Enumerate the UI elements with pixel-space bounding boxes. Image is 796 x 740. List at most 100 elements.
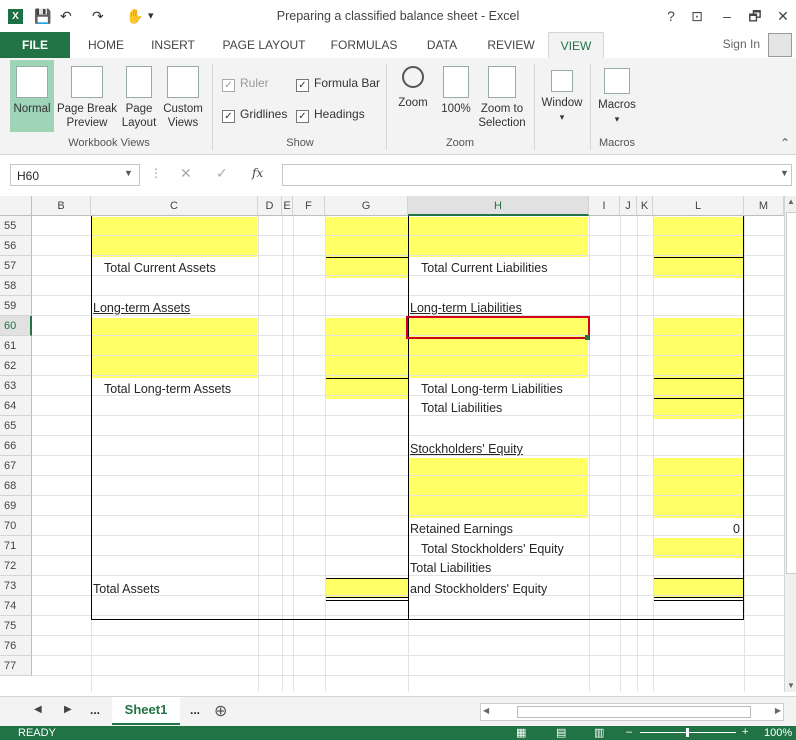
row-header-75[interactable]: 75 <box>0 616 32 636</box>
scroll-left-icon[interactable]: ◀ <box>483 706 489 715</box>
close-button[interactable]: ✕ <box>772 6 794 26</box>
select-all-button[interactable] <box>0 196 32 216</box>
normal-view-button[interactable]: Normal <box>10 60 54 132</box>
row-header-73[interactable]: 73 <box>0 576 32 596</box>
row-header-57[interactable]: 57 <box>0 256 32 276</box>
column-header-j[interactable]: J <box>620 196 637 216</box>
tab-review[interactable]: REVIEW <box>480 32 542 58</box>
row-header-77[interactable]: 77 <box>0 656 32 676</box>
next-sheet-icon[interactable]: ▶ <box>64 704 72 715</box>
input-cell-g55-g57[interactable] <box>326 217 408 278</box>
normal-view-status-icon[interactable]: ▦ <box>516 726 526 739</box>
input-cell-l67-l69[interactable] <box>654 458 743 518</box>
column-header-l[interactable]: L <box>653 196 744 216</box>
scroll-up-icon[interactable]: ▲ <box>785 196 796 208</box>
row-header-56[interactable]: 56 <box>0 236 32 256</box>
cell-c57[interactable]: Total Current Assets <box>104 258 216 278</box>
row-header-69[interactable]: 69 <box>0 496 32 516</box>
cell-h66[interactable]: Stockholders' Equity <box>410 439 523 459</box>
macros-button[interactable]: Macros ▾ <box>594 60 640 126</box>
custom-views-button[interactable]: Custom Views <box>160 60 206 130</box>
row-header-55[interactable]: 55 <box>0 216 32 236</box>
scroll-right-icon[interactable]: ▶ <box>775 706 781 715</box>
row-header-65[interactable]: 65 <box>0 416 32 436</box>
prev-sheet-icon[interactable]: ◀ <box>34 704 42 715</box>
column-header-h[interactable]: H <box>408 196 589 216</box>
row-header-76[interactable]: 76 <box>0 636 32 656</box>
page-break-preview-button[interactable]: Page Break Preview <box>56 60 118 130</box>
column-header-i[interactable]: I <box>589 196 620 216</box>
zoom-in-icon[interactable]: + <box>742 726 748 738</box>
formula-bar-checkbox[interactable]: ✓ Formula Bar <box>296 76 380 92</box>
cell-h63[interactable]: Total Long-term Liabilities <box>421 379 563 399</box>
row-header-63[interactable]: 63 <box>0 376 32 396</box>
zoom-out-icon[interactable]: – <box>626 726 632 738</box>
input-cell-h67-h69[interactable] <box>409 458 588 518</box>
column-header-d[interactable]: D <box>258 196 282 216</box>
column-header-m[interactable]: M <box>744 196 784 216</box>
vertical-scrollbar[interactable]: ▲ ▼ <box>784 196 796 692</box>
more-sheets-left[interactable]: ... <box>90 703 100 717</box>
zoom-to-selection-button[interactable]: Zoom to Selection <box>476 60 528 130</box>
column-header-g[interactable]: G <box>325 196 408 216</box>
name-box[interactable]: H60 <box>10 164 140 186</box>
collapse-ribbon-icon[interactable]: ⌃ <box>780 136 790 150</box>
row-header-61[interactable]: 61 <box>0 336 32 356</box>
cell-h71[interactable]: Total Stockholders' Equity <box>421 539 564 559</box>
input-cell-g60-g63[interactable] <box>326 318 408 399</box>
add-sheet-icon[interactable]: ⊕ <box>214 701 227 721</box>
cell-c59[interactable]: Long-term Assets <box>93 298 190 318</box>
restore-button[interactable]: 🗗 <box>744 6 766 26</box>
column-header-c[interactable]: C <box>91 196 258 216</box>
input-cell-c55-c56[interactable] <box>92 217 257 257</box>
tab-sheet1[interactable]: Sheet1 <box>112 697 180 725</box>
name-box-dropdown-icon[interactable]: ▼ <box>124 168 133 178</box>
input-cell-l55-l57[interactable] <box>654 217 743 278</box>
row-header-70[interactable]: 70 <box>0 516 32 536</box>
expand-formula-bar-icon[interactable]: ▼ <box>780 168 789 178</box>
cell-h73[interactable]: and Stockholders' Equity <box>410 579 547 599</box>
cell-h72[interactable]: Total Liabilities <box>410 558 491 578</box>
fill-handle[interactable] <box>585 335 590 340</box>
insert-function-icon[interactable]: fx <box>252 166 263 180</box>
cell-c63[interactable]: Total Long-term Assets <box>104 379 231 399</box>
window-button[interactable]: Window ▾ <box>538 60 586 124</box>
cell-h70[interactable]: Retained Earnings <box>410 519 513 539</box>
row-header-74[interactable]: 74 <box>0 596 32 616</box>
row-header-64[interactable]: 64 <box>0 396 32 416</box>
gridlines-checkbox[interactable]: ✓ Gridlines <box>222 107 287 123</box>
row-header-67[interactable]: 67 <box>0 456 32 476</box>
column-header-k[interactable]: K <box>637 196 653 216</box>
help-button[interactable]: ? <box>660 6 682 26</box>
more-sheets-right[interactable]: ... <box>190 703 200 717</box>
row-header-58[interactable]: 58 <box>0 276 32 296</box>
cancel-icon[interactable]: ✕ <box>180 165 192 182</box>
enter-icon[interactable]: ✓ <box>216 165 228 182</box>
ribbon-display-options-button[interactable]: ⊡ <box>686 6 708 26</box>
zoom-button[interactable]: Zoom <box>394 60 432 110</box>
input-cell-l60-l64[interactable] <box>654 318 743 419</box>
sign-in-link[interactable]: Sign In <box>723 37 760 51</box>
tab-data[interactable]: DATA <box>416 32 468 58</box>
column-header-b[interactable]: B <box>32 196 91 216</box>
avatar-icon[interactable] <box>768 33 792 57</box>
row-header-66[interactable]: 66 <box>0 436 32 456</box>
ruler-checkbox[interactable]: ✓ Ruler <box>222 76 269 92</box>
cell-h57[interactable]: Total Current Liabilities <box>421 258 547 278</box>
column-header-e[interactable]: E <box>282 196 293 216</box>
headings-checkbox[interactable]: ✓ Headings <box>296 107 365 123</box>
row-header-71[interactable]: 71 <box>0 536 32 556</box>
column-header-f[interactable]: F <box>293 196 325 216</box>
page-layout-status-icon[interactable]: ▤ <box>556 726 566 739</box>
minimize-button[interactable]: – <box>716 6 738 26</box>
row-header-60[interactable]: 60 <box>0 316 32 336</box>
cell-l70[interactable]: 0 <box>654 519 740 539</box>
cell-h64[interactable]: Total Liabilities <box>421 398 502 418</box>
zoom-level[interactable]: 100% <box>764 727 792 739</box>
cell-h59[interactable]: Long-term Liabilities <box>410 298 522 318</box>
tab-formulas[interactable]: FORMULAS <box>324 32 404 58</box>
worksheet-grid[interactable]: B C D E F G H I J K L M ▲ ▼ 55 56 57 58 59 60… <box>0 196 796 692</box>
row-header-68[interactable]: 68 <box>0 476 32 496</box>
tab-insert[interactable]: INSERT <box>142 32 204 58</box>
horizontal-scrollbar-thumb[interactable] <box>517 706 751 718</box>
